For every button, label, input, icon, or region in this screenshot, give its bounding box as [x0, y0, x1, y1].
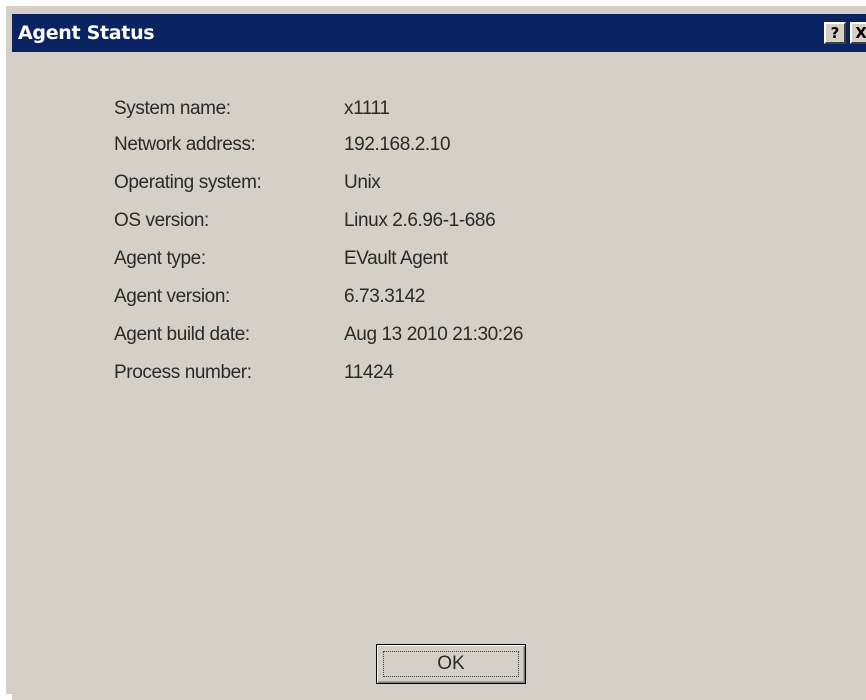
window-title: Agent Status: [18, 22, 155, 44]
ok-button-label: OK: [437, 653, 465, 674]
agent-version-label: Agent version:: [114, 286, 230, 307]
ok-button[interactable]: OK: [376, 644, 526, 684]
os-version-value: Linux 2.6.96-1-686: [344, 210, 496, 231]
operating-system-value: Unix: [344, 172, 381, 193]
title-bar[interactable]: Agent Status ? X: [12, 14, 866, 52]
network-address-label: Network address:: [114, 134, 256, 155]
dialog-body: System name: x1111 Network address: 192.…: [12, 52, 866, 700]
agent-build-date-label: Agent build date:: [114, 324, 250, 345]
os-version-label: OS version:: [114, 210, 209, 231]
agent-type-value: EVault Agent: [344, 248, 448, 269]
operating-system-label: Operating system:: [114, 172, 262, 193]
agent-status-dialog: Agent Status ? X System name: x1111 Netw…: [0, 0, 866, 700]
system-name-label: System name:: [114, 98, 231, 119]
network-address-value: 192.168.2.10: [344, 134, 451, 155]
system-name-value: x1111: [344, 98, 390, 119]
agent-version-value: 6.73.3142: [344, 286, 425, 307]
close-button[interactable]: X: [850, 22, 866, 44]
process-number-value: 11424: [344, 362, 394, 383]
help-button[interactable]: ?: [824, 22, 846, 44]
agent-build-date-value: Aug 13 2010 21:30:26: [344, 324, 524, 345]
agent-type-label: Agent type:: [114, 248, 206, 269]
process-number-label: Process number:: [114, 362, 252, 383]
